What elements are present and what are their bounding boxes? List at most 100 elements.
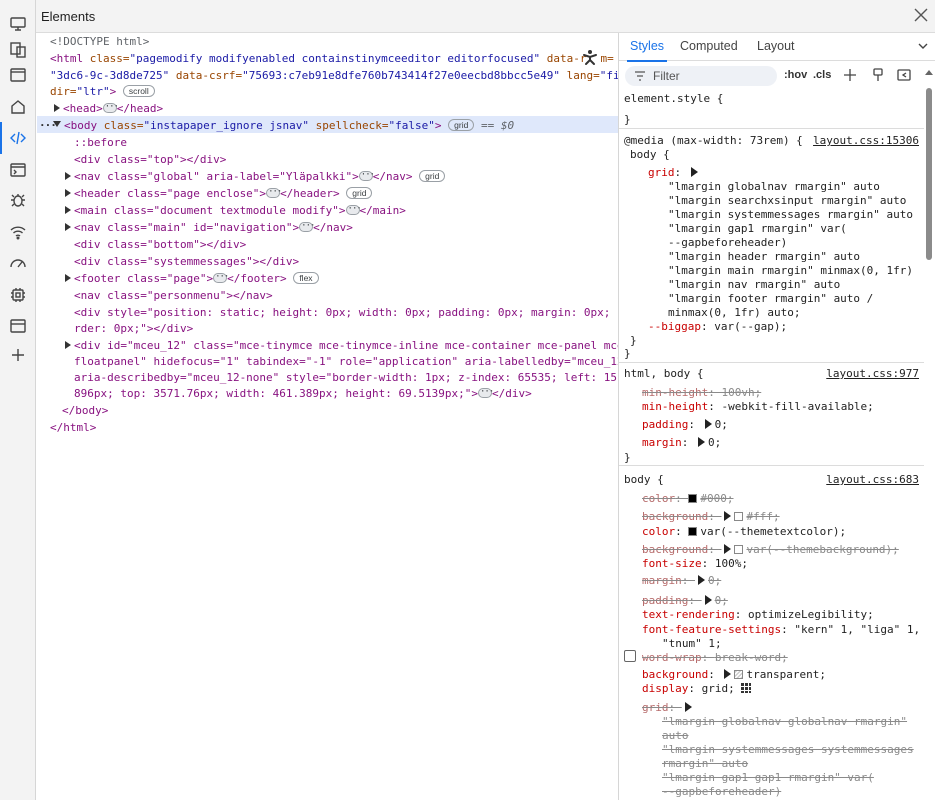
styles-scrollbar[interactable] <box>923 62 935 800</box>
background-var-overridden[interactable]: background: var(--themebackground); <box>642 543 899 557</box>
expand-triangle-icon[interactable] <box>65 223 71 231</box>
html-close-tag[interactable]: </html> <box>50 419 96 436</box>
scroll-up-icon[interactable] <box>925 70 933 75</box>
expand-triangle-icon[interactable] <box>65 189 71 197</box>
expand-triangle-icon[interactable] <box>704 595 712 605</box>
ellipsis-icon[interactable] <box>358 167 374 184</box>
font-size-property[interactable]: font-size: 100%; <box>642 557 748 571</box>
grid-badge[interactable]: grid <box>346 187 373 199</box>
footer-node[interactable]: <footer class="page"> </footer> flex <box>65 269 319 287</box>
chevron-down-icon[interactable] <box>916 39 930 53</box>
ellipsis-icon[interactable] <box>345 201 361 218</box>
network-wifi-icon[interactable] <box>8 222 28 242</box>
div-static-node-line-1[interactable]: <div style="position: static; height: 0p… <box>74 304 618 321</box>
nav-personmenu-node[interactable]: <nav class="personmenu"></nav> <box>74 287 273 304</box>
device-toolbar-icon[interactable] <box>8 14 28 34</box>
color-overridden[interactable]: color: #000; <box>642 492 734 506</box>
div-systemmessages-node[interactable]: <div class="systemmessages"></div> <box>74 253 299 270</box>
expand-triangle-icon[interactable] <box>684 702 692 712</box>
div-top-node[interactable]: <div class="top"></div> <box>74 151 226 168</box>
close-icon[interactable] <box>913 7 931 25</box>
grid-badge[interactable]: grid <box>448 119 475 131</box>
min-height-overridden[interactable]: min-height: 100vh; <box>642 386 761 400</box>
welcome-home-icon[interactable] <box>8 97 28 117</box>
ellipsis-icon[interactable] <box>266 184 281 201</box>
min-height-property[interactable]: min-height: -webkit-fill-available; <box>642 400 874 414</box>
body-source-link[interactable]: layout.css:683 <box>826 473 919 487</box>
padding-property[interactable]: padding: 0; <box>642 418 728 432</box>
background-property[interactable]: background: transparent; <box>642 668 826 682</box>
scroll-badge[interactable]: scroll <box>122 85 155 97</box>
color-swatch[interactable] <box>688 494 698 503</box>
grid-editor-icon[interactable] <box>741 683 752 693</box>
margin-overridden[interactable]: margin: 0; <box>642 574 721 588</box>
flex-badge[interactable]: flex <box>293 272 319 284</box>
body-close-tag[interactable]: </body> <box>62 402 108 419</box>
padding-overridden[interactable]: padding: 0; <box>642 594 728 608</box>
elements-code-icon[interactable] <box>0 122 28 154</box>
tab-styles[interactable]: Styles <box>626 39 668 62</box>
filter-input[interactable]: Filter <box>625 66 777 86</box>
word-wrap-overridden[interactable]: word-wrap: break-word; <box>642 651 788 665</box>
font-feature-property[interactable]: font-feature-settings: "kern" 1, "liga" … <box>642 623 920 637</box>
more-tools-plus-icon[interactable] <box>8 345 28 365</box>
drag-handle-icon[interactable] <box>581 48 599 66</box>
application-icon[interactable] <box>8 316 28 336</box>
window-icon[interactable] <box>8 65 28 85</box>
tab-layout[interactable]: Layout <box>757 39 795 53</box>
expand-triangle-icon[interactable] <box>54 104 60 112</box>
body-node[interactable]: ··· <body class="instapaper_ignore jsnav"… <box>37 117 514 134</box>
performance-icon[interactable] <box>8 253 28 273</box>
nav-global-node[interactable]: <nav class="global" aria-label="Yläpalkk… <box>65 167 446 185</box>
expand-triangle-icon[interactable] <box>724 669 732 679</box>
ellipsis-icon[interactable] <box>213 269 228 286</box>
color-swatch[interactable] <box>734 545 744 554</box>
background-overridden[interactable]: background: #fff; <box>642 510 780 524</box>
before-pseudo[interactable]: ::before <box>74 134 127 151</box>
html-open-line-1[interactable]: <html class="pagemodify modifyenabled co… <box>50 50 614 67</box>
text-rendering-property[interactable]: text-rendering: optimizeLegibility; <box>642 608 874 622</box>
head-node[interactable]: <head> </head> <box>54 99 163 117</box>
debugger-bug-icon[interactable] <box>8 190 28 210</box>
expand-triangle-icon[interactable] <box>724 544 732 554</box>
color-property[interactable]: color: var(--themetextcolor); <box>642 525 846 539</box>
display-property[interactable]: display: grid; <box>642 682 752 696</box>
htmlbody-source-link[interactable]: layout.css:977 <box>826 367 919 381</box>
transparent-swatch[interactable] <box>734 670 744 679</box>
color-swatch[interactable] <box>688 527 698 536</box>
console-icon[interactable] <box>8 160 28 180</box>
expand-triangle-icon[interactable] <box>704 419 712 429</box>
mceu-node-line-1[interactable]: <div id="mceu_12" class="mce-tinymce mce… <box>65 337 618 354</box>
expand-triangle-icon[interactable] <box>65 172 71 180</box>
ellipsis-icon[interactable] <box>299 218 314 235</box>
media-source-link[interactable]: layout.css:15306 <box>813 134 919 148</box>
grid-badge[interactable]: grid <box>419 170 446 182</box>
expand-triangle-icon[interactable] <box>65 206 71 214</box>
memory-chip-icon[interactable] <box>8 285 28 305</box>
expand-triangle-icon[interactable] <box>724 511 732 521</box>
ellipsis-icon[interactable] <box>477 384 493 401</box>
header-node[interactable]: <header class="page enclose"> </header> g… <box>65 184 373 202</box>
expand-triangle-icon[interactable] <box>698 437 705 447</box>
property-checkbox[interactable] <box>624 650 636 662</box>
nav-main-node[interactable]: <nav class="main" id="navigation"> </nav> <box>65 218 353 236</box>
expand-triangle-icon[interactable] <box>65 341 71 349</box>
div-bottom-node[interactable]: <div class="bottom"></div> <box>74 236 246 253</box>
main-node[interactable]: <main class="document textmodule modify"… <box>65 201 406 219</box>
biggap-property[interactable]: --biggap: var(--gap); <box>648 320 787 334</box>
tab-computed[interactable]: Computed <box>680 39 738 53</box>
more-dots-icon[interactable]: ··· <box>39 117 57 134</box>
hov-button[interactable]: :hov <box>784 69 807 81</box>
ellipsis-icon[interactable] <box>102 99 118 116</box>
margin-property[interactable]: margin: 0; <box>642 436 721 450</box>
color-swatch[interactable] <box>734 512 744 521</box>
expand-triangle-icon[interactable] <box>698 575 705 585</box>
expand-triangle-icon[interactable] <box>690 167 698 177</box>
expand-triangle-icon[interactable] <box>65 274 71 282</box>
inspect-icon[interactable] <box>8 40 28 60</box>
grid-overridden[interactable]: grid: <box>642 701 695 715</box>
cls-button[interactable]: .cls <box>813 69 831 81</box>
element-style-selector[interactable]: element.style { <box>624 92 723 106</box>
new-style-rule-icon[interactable] <box>842 67 858 83</box>
paint-brush-icon[interactable] <box>870 67 886 83</box>
